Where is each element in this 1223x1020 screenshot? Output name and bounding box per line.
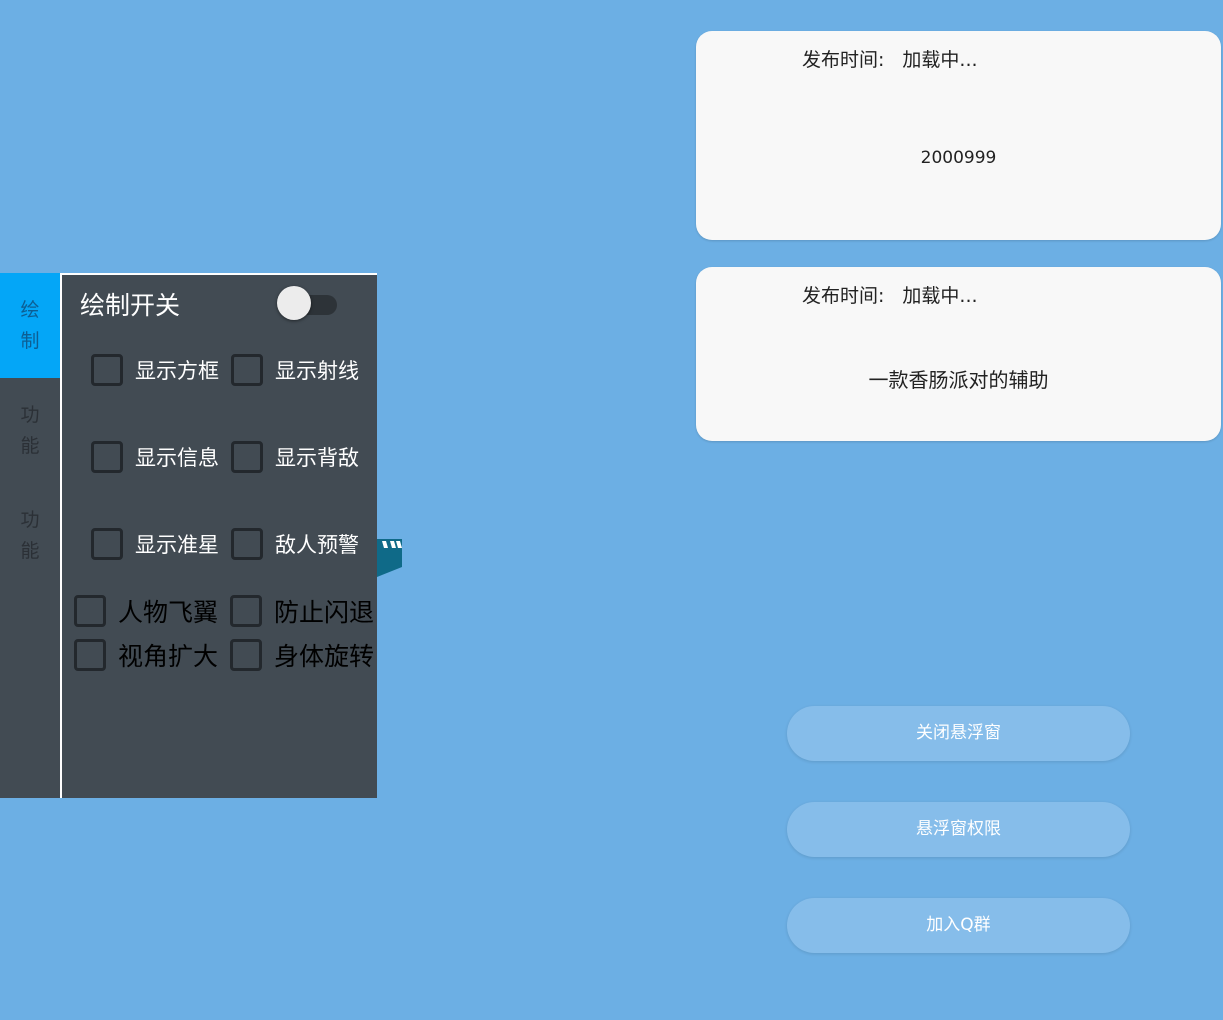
menu-side-nav: 绘制 功能 功能 [0,273,60,798]
draw-switch-title: 绘制开关 [80,291,181,320]
join-qq-group-button[interactable]: 加入Q群 [787,898,1130,953]
option-label: 显示信息 [135,446,219,470]
option-show-box[interactable]: 显示方框 [91,354,219,386]
checkbox[interactable] [91,528,123,560]
option-show-info[interactable]: 显示信息 [91,441,219,473]
option-view-expand[interactable]: 视角扩大 [74,637,218,673]
checkbox[interactable] [91,354,123,386]
option-enemy-warning[interactable]: 敌人预警 [231,528,359,560]
draw-switch-toggle[interactable] [277,285,339,321]
close-float-window-button[interactable]: 关闭悬浮窗 [787,706,1130,761]
release-time-value: 加载中... [902,285,978,307]
checkbox[interactable] [231,441,263,473]
option-label: 显示准星 [135,533,219,557]
option-show-crosshair[interactable]: 显示准星 [91,528,219,560]
tab-draw-label: 绘制 [20,298,40,352]
option-label: 显示背敌 [275,446,359,470]
tab-function-label: 功能 [20,403,40,457]
option-character-wings[interactable]: 人物飞翼 [74,593,218,629]
checkbox[interactable] [231,528,263,560]
option-show-ray[interactable]: 显示射线 [231,354,359,386]
checkbox[interactable] [230,595,262,627]
option-label: 视角扩大 [118,642,219,671]
checkbox[interactable] [231,354,263,386]
info-card-1: 发布时间: 加载中... 2000999 [696,31,1221,240]
release-time-row: 发布时间: 加载中... [802,45,978,72]
option-prevent-crash[interactable]: 防止闪退 [230,593,374,629]
toggle-knob [277,286,311,320]
option-show-back-enemy[interactable]: 显示背敌 [231,441,359,473]
tab-draw[interactable]: 绘制 [0,273,60,378]
version-number: 2000999 [920,148,997,168]
checkbox[interactable] [230,639,262,671]
menu-drag-handle-icon[interactable] [377,539,402,577]
checkbox[interactable] [74,595,106,627]
checkbox[interactable] [91,441,123,473]
description-text: 一款香肠派对的辅助 [868,368,1049,392]
tab-function-2[interactable]: 功能 [0,483,60,588]
release-time-label: 发布时间: [802,49,885,71]
option-label: 身体旋转 [274,642,375,671]
release-time-row: 发布时间: 加载中... [802,281,978,308]
tab-function-label: 功能 [20,508,40,562]
release-time-label: 发布时间: [802,285,885,307]
checkbox[interactable] [74,639,106,671]
release-time-value: 加载中... [902,49,978,71]
draw-settings-panel: 绘制开关 显示方框 显示射线 显示信息 显示背敌 显示准星 敌人预警 人物飞翼 … [60,273,377,798]
option-label: 显示射线 [275,359,359,383]
option-label: 防止闪退 [274,598,375,627]
option-body-rotate[interactable]: 身体旋转 [230,637,374,673]
tab-function-1[interactable]: 功能 [0,378,60,483]
floating-menu: 绘制 功能 功能 绘制开关 显示方框 显示射线 显示信息 显示背敌 显示准星 敌… [0,273,402,798]
option-label: 显示方框 [135,359,219,383]
info-card-2: 发布时间: 加载中... 一款香肠派对的辅助 [696,267,1221,441]
option-label: 敌人预警 [275,533,359,557]
float-window-permission-button[interactable]: 悬浮窗权限 [787,802,1130,857]
option-label: 人物飞翼 [118,598,219,627]
